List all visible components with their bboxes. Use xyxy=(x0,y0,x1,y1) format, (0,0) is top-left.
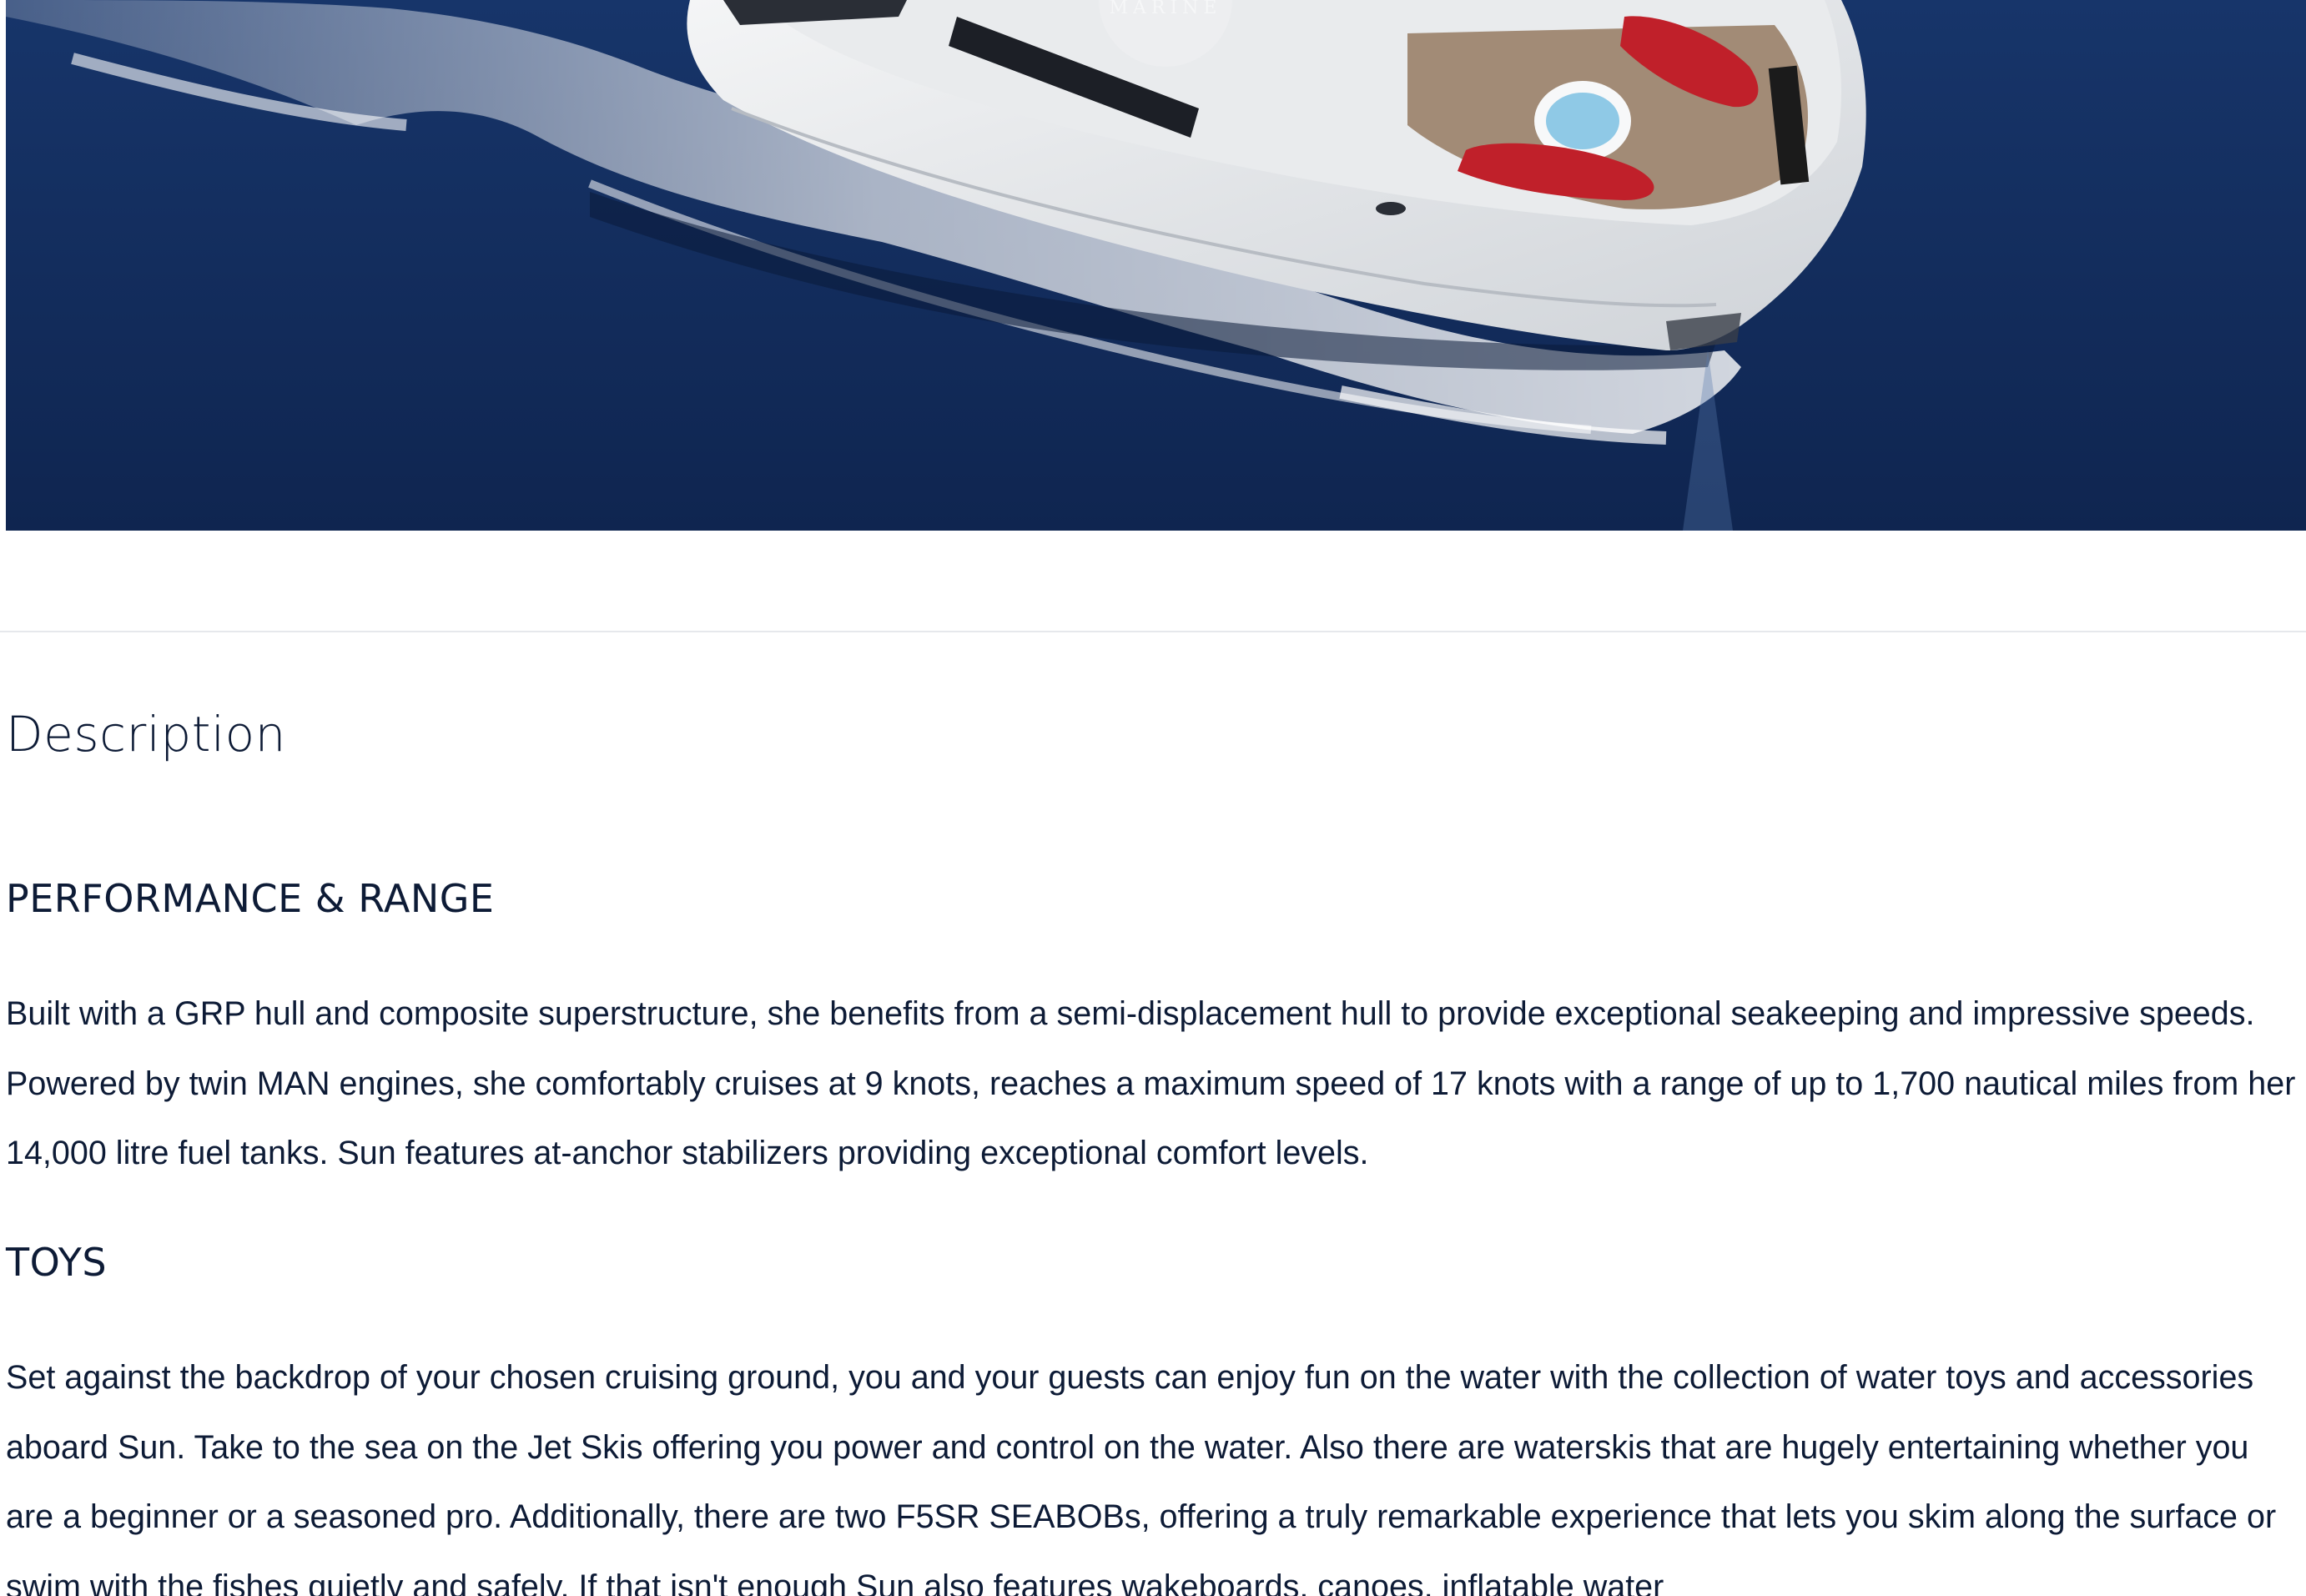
description-section: Description PERFORMANCE & RANGE Built wi… xyxy=(6,701,2295,1596)
hero-yacht-image: MARINE xyxy=(6,0,2306,531)
yacht-detail-page: MARINE Description PERFORMANCE & RANGE B… xyxy=(0,0,2306,1596)
watermark-text: MARINE xyxy=(1110,0,1222,18)
performance-range-text: Built with a GRP hull and composite supe… xyxy=(6,995,2296,1171)
section-divider xyxy=(0,631,2306,632)
toys-heading: TOYS xyxy=(6,1240,108,1285)
description-title: Description xyxy=(6,706,286,763)
toys-text: Set against the backdrop of your chosen … xyxy=(6,1359,2277,1596)
performance-range-heading: PERFORMANCE & RANGE xyxy=(6,876,495,921)
